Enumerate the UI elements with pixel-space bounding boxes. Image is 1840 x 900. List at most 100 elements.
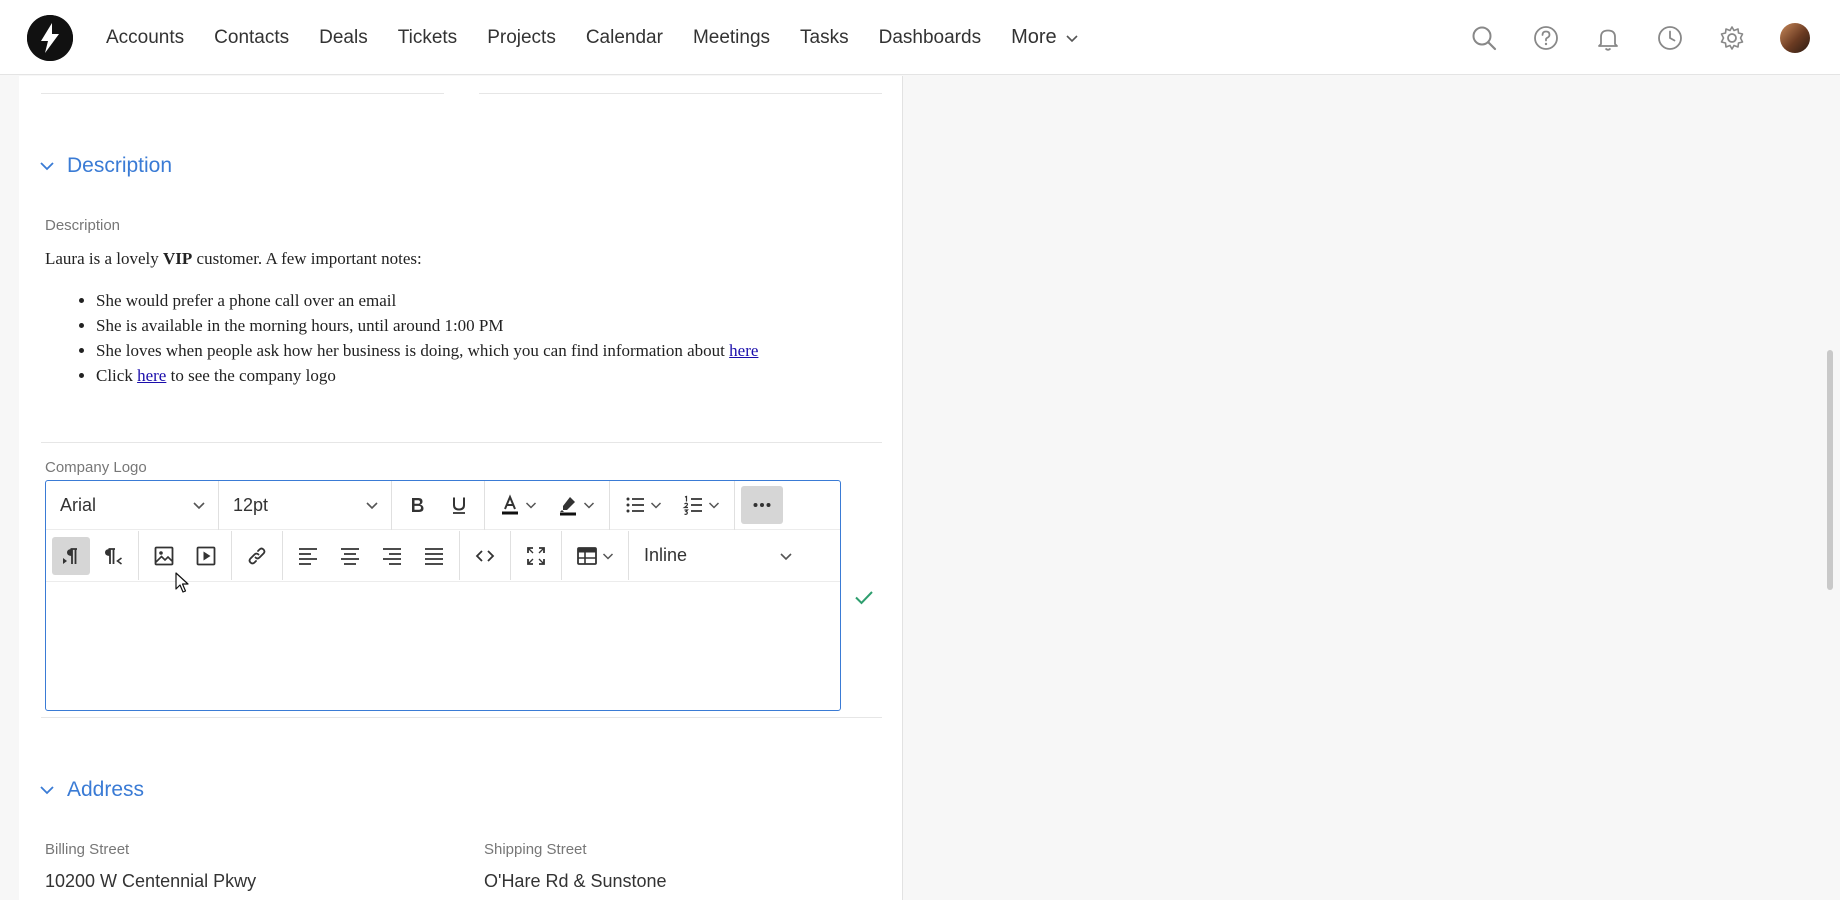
nav-item-contacts[interactable]: Contacts	[214, 27, 289, 49]
highlight-color-button[interactable]	[549, 486, 603, 524]
description-bullet-list: She would prefer a phone call over an em…	[45, 288, 865, 388]
link-icon	[248, 547, 266, 564]
text-color-icon	[502, 494, 518, 515]
embed-mode-select[interactable]: Inline	[629, 531, 819, 580]
align-right-button[interactable]	[373, 537, 411, 575]
bold-button[interactable]	[398, 486, 436, 524]
link-group	[232, 531, 283, 580]
app-logo[interactable]	[27, 15, 73, 61]
list-item: She would prefer a phone call over an em…	[96, 288, 865, 313]
field-divider	[479, 93, 882, 94]
more-horizontal-icon	[753, 503, 771, 507]
company-logo-link[interactable]: here	[137, 366, 166, 385]
underline-icon	[453, 497, 465, 514]
table-group	[562, 531, 629, 580]
billing-street-value[interactable]: 10200 W Centennial Pkwy	[45, 871, 256, 892]
shipping-street-value[interactable]: O'Hare Rd & Sunstone	[484, 871, 667, 892]
ltr-button[interactable]	[52, 536, 90, 575]
field-divider	[41, 442, 882, 443]
address-section-toggle[interactable]: Address	[39, 778, 144, 802]
chevron-down-icon	[193, 502, 205, 510]
rtl-button[interactable]	[94, 537, 132, 575]
rtl-paragraph-icon	[105, 547, 122, 565]
align-left-button[interactable]	[289, 537, 327, 575]
fullscreen-icon	[527, 546, 545, 565]
help-icon[interactable]	[1532, 24, 1560, 52]
editor-toolbar-row-1: Arial 12pt	[46, 480, 840, 530]
intro-text: customer. A few important notes:	[192, 249, 422, 268]
font-size-select[interactable]: 12pt	[219, 480, 392, 530]
mouse-cursor-icon	[175, 572, 189, 593]
nav-item-dashboards[interactable]: Dashboards	[879, 27, 981, 49]
page-scrollbar[interactable]	[1827, 350, 1833, 590]
business-info-link[interactable]: here	[729, 341, 758, 360]
list-group	[610, 480, 735, 530]
direction-group	[46, 531, 139, 580]
gear-icon[interactable]	[1718, 24, 1746, 52]
nav-more-menu[interactable]: More	[1011, 26, 1079, 49]
nav-item-calendar[interactable]: Calendar	[586, 27, 663, 49]
ltr-paragraph-icon	[63, 547, 77, 564]
nav-item-projects[interactable]: Projects	[487, 27, 556, 49]
nav-item-tickets[interactable]: Tickets	[398, 27, 457, 49]
bullet-list-button[interactable]	[616, 486, 670, 524]
list-item-text: She loves when people ask how her busine…	[96, 341, 730, 360]
nav-item-tasks[interactable]: Tasks	[800, 27, 849, 49]
billing-street-label: Billing Street	[45, 841, 130, 858]
chevron-down-icon	[583, 502, 595, 509]
insert-video-button[interactable]	[187, 537, 225, 575]
insert-table-button[interactable]	[568, 537, 622, 575]
video-icon	[196, 546, 216, 565]
chevron-down-icon	[40, 786, 54, 795]
description-section-title: Description	[67, 154, 173, 177]
intro-bold-text: VIP	[163, 249, 193, 268]
underline-button[interactable]	[440, 486, 478, 524]
source-code-button[interactable]	[466, 537, 504, 575]
list-item-text: to see the company logo	[166, 366, 336, 385]
align-right-icon	[383, 547, 401, 565]
app-logo-icon	[27, 15, 73, 61]
editor-content-area[interactable]	[46, 581, 840, 710]
insert-image-button[interactable]	[145, 537, 183, 575]
text-color-button[interactable]	[491, 486, 545, 524]
chevron-down-icon	[366, 502, 378, 510]
checkmark-icon[interactable]	[851, 584, 877, 610]
field-divider	[41, 717, 882, 718]
image-icon	[154, 546, 174, 565]
color-group	[485, 480, 610, 530]
chevron-down-icon	[1066, 34, 1078, 42]
more-tools-button[interactable]	[741, 486, 783, 524]
insert-link-button[interactable]	[238, 537, 276, 575]
table-icon	[577, 546, 597, 565]
bell-icon[interactable]	[1594, 24, 1622, 52]
align-justify-icon	[425, 547, 443, 565]
nav-item-deals[interactable]: Deals	[319, 27, 368, 49]
bold-icon	[412, 498, 424, 512]
record-detail-panel: Description Description Laura is a lovel…	[19, 76, 903, 900]
editor-toolbar-row-2: Inline	[46, 531, 840, 580]
nav-item-meetings[interactable]: Meetings	[693, 27, 770, 49]
chevron-down-icon	[650, 502, 662, 509]
company-logo-field-label: Company Logo	[45, 459, 147, 476]
list-item-text: Click	[96, 366, 138, 385]
user-avatar[interactable]	[1780, 22, 1810, 53]
description-rich-text: Laura is a lovely VIP customer. A few im…	[45, 246, 865, 388]
align-justify-button[interactable]	[415, 537, 453, 575]
intro-text: Laura is a lovely	[45, 249, 164, 268]
main-nav: Accounts Contacts Deals Tickets Projects…	[106, 0, 1079, 75]
font-family-select[interactable]: Arial	[46, 480, 219, 530]
fullscreen-button[interactable]	[517, 537, 555, 575]
numbered-list-button[interactable]	[674, 486, 728, 524]
align-left-icon	[299, 547, 317, 565]
address-section-title: Address	[67, 778, 145, 801]
clock-icon[interactable]	[1656, 24, 1684, 52]
nav-item-accounts[interactable]: Accounts	[106, 27, 184, 49]
top-nav-bar: Accounts Contacts Deals Tickets Projects…	[0, 0, 1840, 75]
description-section-toggle[interactable]: Description	[39, 154, 172, 178]
search-icon[interactable]	[1470, 24, 1498, 52]
align-group	[283, 531, 460, 580]
align-center-button[interactable]	[331, 537, 369, 575]
code-icon	[475, 549, 495, 562]
chevron-down-icon	[780, 552, 792, 560]
font-family-value: Arial	[60, 494, 97, 515]
